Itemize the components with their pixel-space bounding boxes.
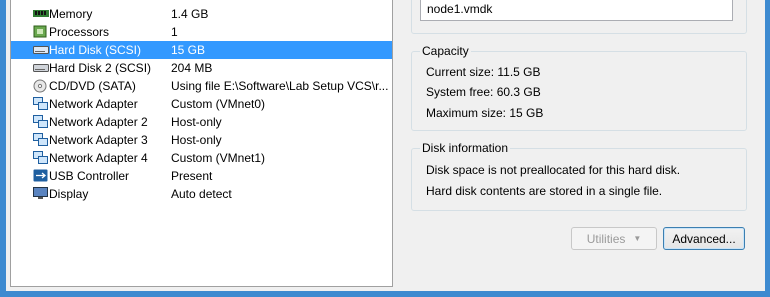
device-name: Hard Disk (SCSI) bbox=[49, 43, 142, 57]
network-adapter-icon bbox=[33, 151, 48, 164]
device-name: Processors bbox=[49, 25, 110, 39]
device-summary: Custom (VMnet0) bbox=[171, 97, 266, 111]
utilities-label: Utilities bbox=[586, 231, 626, 246]
device-row[interactable]: Network Adapter 4 Custom (VMnet1) bbox=[11, 149, 392, 167]
chevron-down-icon: ▼ bbox=[633, 234, 642, 243]
device-row[interactable]: Hard Disk (SCSI) 15 GB bbox=[11, 41, 392, 59]
device-summary: Host-only bbox=[171, 133, 222, 147]
network-adapter-icon bbox=[33, 115, 48, 128]
device-summary: 204 MB bbox=[171, 61, 213, 75]
device-name: CD/DVD (SATA) bbox=[49, 79, 136, 93]
device-name: Display bbox=[49, 187, 89, 201]
device-summary: 1 bbox=[171, 25, 178, 39]
device-summary: Using file E:\Software\Lab Setup VCS\r..… bbox=[171, 79, 389, 93]
disk-information-group: Disk information Disk space is not preal… bbox=[411, 141, 747, 211]
device-row[interactable]: USB Controller Present bbox=[11, 167, 392, 185]
device-name: Network Adapter 4 bbox=[49, 151, 148, 165]
disk-info-line-2: Hard disk contents are stored in a singl… bbox=[426, 184, 663, 198]
device-name: Memory bbox=[49, 7, 93, 21]
device-row[interactable]: CD/DVD (SATA) Using file E:\Software\Lab … bbox=[11, 77, 392, 95]
maximum-size-text: Maximum size: 15 GB bbox=[426, 106, 544, 120]
device-summary: 1.4 GB bbox=[171, 7, 209, 21]
processor-icon bbox=[33, 25, 47, 38]
capacity-title: Capacity bbox=[420, 44, 471, 58]
usb-icon bbox=[33, 169, 48, 182]
device-row[interactable]: Processors 1 bbox=[11, 23, 392, 41]
hard-disk-icon bbox=[33, 61, 49, 74]
device-row[interactable]: Display Auto detect bbox=[11, 185, 392, 203]
advanced-button[interactable]: Advanced... bbox=[663, 227, 745, 250]
window-frame-right bbox=[765, 0, 770, 297]
device-name: USB Controller bbox=[49, 169, 130, 183]
memory-icon bbox=[33, 7, 49, 20]
disk-info-line-1: Disk space is not preallocated for this … bbox=[426, 163, 681, 177]
device-summary: Custom (VMnet1) bbox=[171, 151, 266, 165]
cd-dvd-icon bbox=[33, 79, 47, 93]
system-free-text: System free: 60.3 GB bbox=[426, 85, 541, 99]
disk-information-title: Disk information bbox=[420, 141, 511, 155]
display-icon bbox=[33, 187, 48, 200]
device-row[interactable]: Hard Disk 2 (SCSI) 204 MB bbox=[11, 59, 392, 77]
device-name: Network Adapter 3 bbox=[49, 133, 148, 147]
device-row[interactable]: Network Adapter Custom (VMnet0) bbox=[11, 95, 392, 113]
device-name: Hard Disk 2 (SCSI) bbox=[49, 61, 152, 75]
vm-settings-window: Memory 1.4 GB Processors 1 Hard Disk (SCSI) 1… bbox=[0, 0, 770, 297]
window-frame-bottom bbox=[0, 291, 770, 297]
device-row[interactable]: Network Adapter 3 Host-only bbox=[11, 131, 392, 149]
device-summary: 15 GB bbox=[171, 43, 206, 57]
capacity-group: Capacity Current size: 11.5 GB System fr… bbox=[411, 44, 747, 131]
hard-disk-icon bbox=[33, 43, 49, 56]
device-row[interactable]: Memory 1.4 GB bbox=[11, 5, 392, 23]
advanced-label: Advanced... bbox=[672, 231, 736, 246]
utilities-button[interactable]: Utilities ▼ bbox=[571, 227, 657, 250]
disk-file-group bbox=[411, 0, 747, 34]
device-name: Network Adapter 2 bbox=[49, 115, 148, 129]
device-summary: Auto detect bbox=[171, 187, 232, 201]
device-row[interactable]: Network Adapter 2 Host-only bbox=[11, 113, 392, 131]
window-frame-left bbox=[0, 0, 6, 297]
device-summary: Host-only bbox=[171, 115, 222, 129]
network-adapter-icon bbox=[33, 133, 48, 146]
current-size-text: Current size: 11.5 GB bbox=[426, 65, 541, 79]
hardware-device-list[interactable]: Memory 1.4 GB Processors 1 Hard Disk (SCSI) 1… bbox=[10, 0, 393, 287]
device-summary: Present bbox=[171, 169, 213, 183]
device-name: Network Adapter bbox=[49, 97, 138, 111]
network-adapter-icon bbox=[33, 97, 48, 110]
